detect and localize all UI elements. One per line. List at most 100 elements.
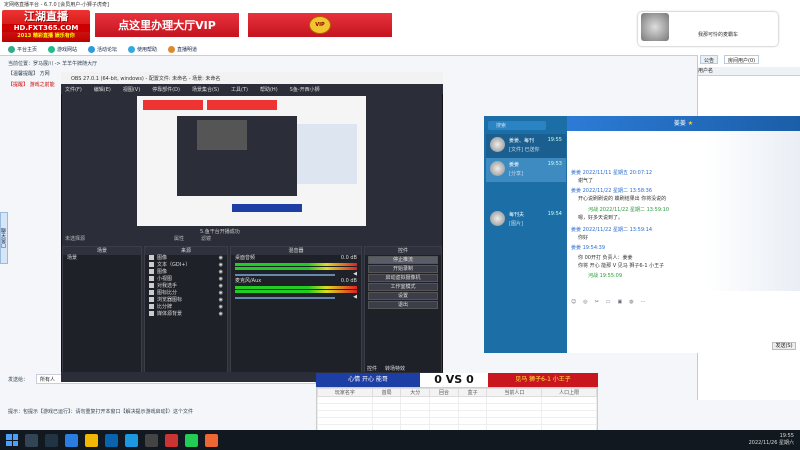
- table-row: [317, 410, 597, 418]
- source-item[interactable]: 图像 ◉: [145, 269, 227, 276]
- source-item[interactable]: 对我选手 ◉: [145, 283, 227, 290]
- tab-controls[interactable]: 控件: [367, 365, 377, 372]
- source-item[interactable]: 文本（GDI+） ◉: [145, 262, 227, 269]
- edge-icon[interactable]: [65, 433, 78, 447]
- source-item[interactable]: 浏览器图标 ◉: [145, 297, 227, 304]
- mixer-dock: 混音器 桌面音频 0.0 dB ◀ 麦克风/Aux 0.0 dB ◀: [230, 246, 362, 374]
- volume-slider[interactable]: ◀: [231, 271, 361, 278]
- send-button[interactable]: 发送(S): [772, 342, 796, 350]
- system-tray-clock[interactable]: 19:55 2022/11/26 星期六: [749, 433, 794, 447]
- menu-scene-collection[interactable]: 场景集合(S): [192, 86, 219, 93]
- nav-help[interactable]: 使用帮助: [128, 44, 157, 54]
- virtual-camera-button[interactable]: 启动虚拟摄像机: [368, 274, 438, 282]
- scene-item[interactable]: 场景: [63, 255, 141, 262]
- track-db: 0.0 dB: [340, 255, 357, 261]
- speaker-icon[interactable]: ◀: [353, 294, 357, 301]
- message-text: 你将 开心 能那 V 见马 狮子6-1 小王子: [578, 263, 665, 269]
- source-item[interactable]: 比分牌 ◉: [145, 304, 227, 311]
- settings-button[interactable]: 设置: [368, 292, 438, 300]
- start-recording-button[interactable]: 开始录制: [368, 265, 438, 273]
- menu-help[interactable]: 帮助(H): [260, 86, 278, 93]
- nav-games[interactable]: 游戏网站: [48, 44, 77, 54]
- home-icon: [8, 45, 15, 53]
- app-titlebar: 定网络直播平台 - 6.7.0 [会员用户-小狮子虎奇]: [0, 0, 800, 8]
- image-icon[interactable]: ▣: [618, 299, 623, 307]
- eye-icon[interactable]: ◉: [219, 311, 223, 318]
- obs-icon[interactable]: [145, 433, 158, 447]
- menu-file[interactable]: 文件(F): [65, 86, 82, 93]
- eye-icon[interactable]: ◉: [219, 276, 223, 283]
- obs-preview[interactable]: [137, 96, 366, 226]
- logo-main: 江湖直播: [24, 10, 68, 23]
- avatar: [490, 161, 505, 176]
- conversation-item[interactable]: 姜姜、每刊 19:55 [文件] 已送你: [486, 134, 566, 158]
- qq-search-input[interactable]: 搜索: [488, 121, 546, 130]
- conversation-time: 19:54: [547, 211, 562, 217]
- conversation-item[interactable]: 每刊夫 19:54 [图片]: [486, 208, 566, 232]
- source-item[interactable]: 媒体源背景 ◉: [145, 311, 227, 318]
- vs-label: VS: [445, 373, 463, 386]
- menu-view[interactable]: 视图(V): [123, 86, 140, 93]
- game-icon[interactable]: [165, 433, 178, 447]
- menu-docks[interactable]: 停靠部件(D): [152, 86, 180, 93]
- volume-slider[interactable]: ◀: [231, 294, 361, 301]
- properties-button[interactable]: 属性: [174, 235, 184, 242]
- right-team: 见马 狮子6-1 小王子: [488, 373, 598, 387]
- chat-side-tab[interactable]: 聊天窗口: [0, 212, 8, 264]
- wechat-icon[interactable]: [185, 433, 198, 447]
- studio-mode-button[interactable]: 工作室模式: [368, 283, 438, 291]
- column-header: 玩家名字: [317, 388, 373, 397]
- eye-icon[interactable]: ◉: [219, 297, 223, 304]
- track-db: 0.0 dB: [340, 278, 357, 284]
- qq-icon[interactable]: [125, 433, 138, 447]
- stop-stream-button[interactable]: 停止推流: [368, 256, 438, 264]
- menu-edit[interactable]: 编辑(E): [94, 86, 111, 93]
- obs-source-toolbar: 未选择源 属性 滤镜: [61, 233, 443, 243]
- tab-notice[interactable]: 公告: [700, 55, 719, 64]
- tab-transitions[interactable]: 转场特效: [385, 365, 405, 372]
- folder-icon[interactable]: ▭: [606, 299, 611, 307]
- more-icon[interactable]: ⋯: [641, 299, 646, 307]
- store-icon[interactable]: [105, 433, 118, 447]
- conversation-item[interactable]: 姜姜 19:53 [分享]: [486, 158, 566, 182]
- exit-button[interactable]: 退出: [368, 301, 438, 309]
- table-row: [317, 396, 597, 404]
- speaker-icon[interactable]: ◀: [353, 271, 357, 278]
- conversation-preview: [分享]: [509, 171, 523, 177]
- vip-badge-banner[interactable]: VIP: [248, 13, 392, 37]
- menu-extra[interactable]: S鱼-开西小狮: [290, 86, 320, 93]
- gif-icon[interactable]: ◎: [583, 299, 587, 307]
- eye-icon[interactable]: ◉: [219, 269, 223, 276]
- mixer-dock-title: 混音器: [231, 247, 361, 255]
- source-item[interactable]: 小视图 ◉: [145, 276, 227, 283]
- text-icon: [149, 276, 154, 281]
- eye-icon[interactable]: ◉: [219, 262, 223, 269]
- message-text: 谢气了: [578, 178, 594, 184]
- emoji-icon[interactable]: ☺: [571, 299, 576, 307]
- site-logo[interactable]: 江湖直播 HD.FXT365.COM 2013 精彩直播 娱乐有你: [2, 10, 90, 43]
- menu-tools[interactable]: 工具(T): [231, 86, 248, 93]
- tab-room-users[interactable]: 房间用户(0): [724, 55, 760, 64]
- nav-home[interactable]: 平台主页: [8, 44, 37, 54]
- windows-start-icon[interactable]: [6, 434, 18, 446]
- mic-icon[interactable]: ◍: [629, 299, 633, 307]
- source-item[interactable]: 图像 ◉: [145, 255, 227, 262]
- source-item[interactable]: 图标比分 ◉: [145, 290, 227, 297]
- source-label: 对我选手: [157, 283, 178, 289]
- nav-live[interactable]: 直播明道: [168, 44, 197, 54]
- task-view-icon[interactable]: [45, 433, 58, 447]
- folder-icon[interactable]: [85, 433, 98, 447]
- filters-button[interactable]: 滤镜: [201, 235, 211, 242]
- eye-icon[interactable]: ◉: [219, 283, 223, 290]
- scissors-icon[interactable]: ✂: [595, 299, 599, 307]
- message-text: 你好: [578, 235, 589, 241]
- eye-icon[interactable]: ◉: [219, 290, 223, 297]
- vip-banner-left[interactable]: 点这里办理大厅VIP: [95, 13, 239, 37]
- text-icon: [149, 304, 154, 309]
- eye-icon[interactable]: ◉: [219, 255, 223, 262]
- eye-icon[interactable]: ◉: [219, 304, 223, 311]
- nav-forum[interactable]: 活动论坛: [88, 44, 117, 54]
- app-icon[interactable]: [205, 433, 218, 447]
- sources-dock: 来源 图像 ◉ 文本（GDI+） ◉ 图像 ◉ 小视图 ◉ 对我选手 ◉ 图标比分 ◉ 浏览…: [144, 246, 228, 374]
- search-icon[interactable]: [25, 433, 38, 447]
